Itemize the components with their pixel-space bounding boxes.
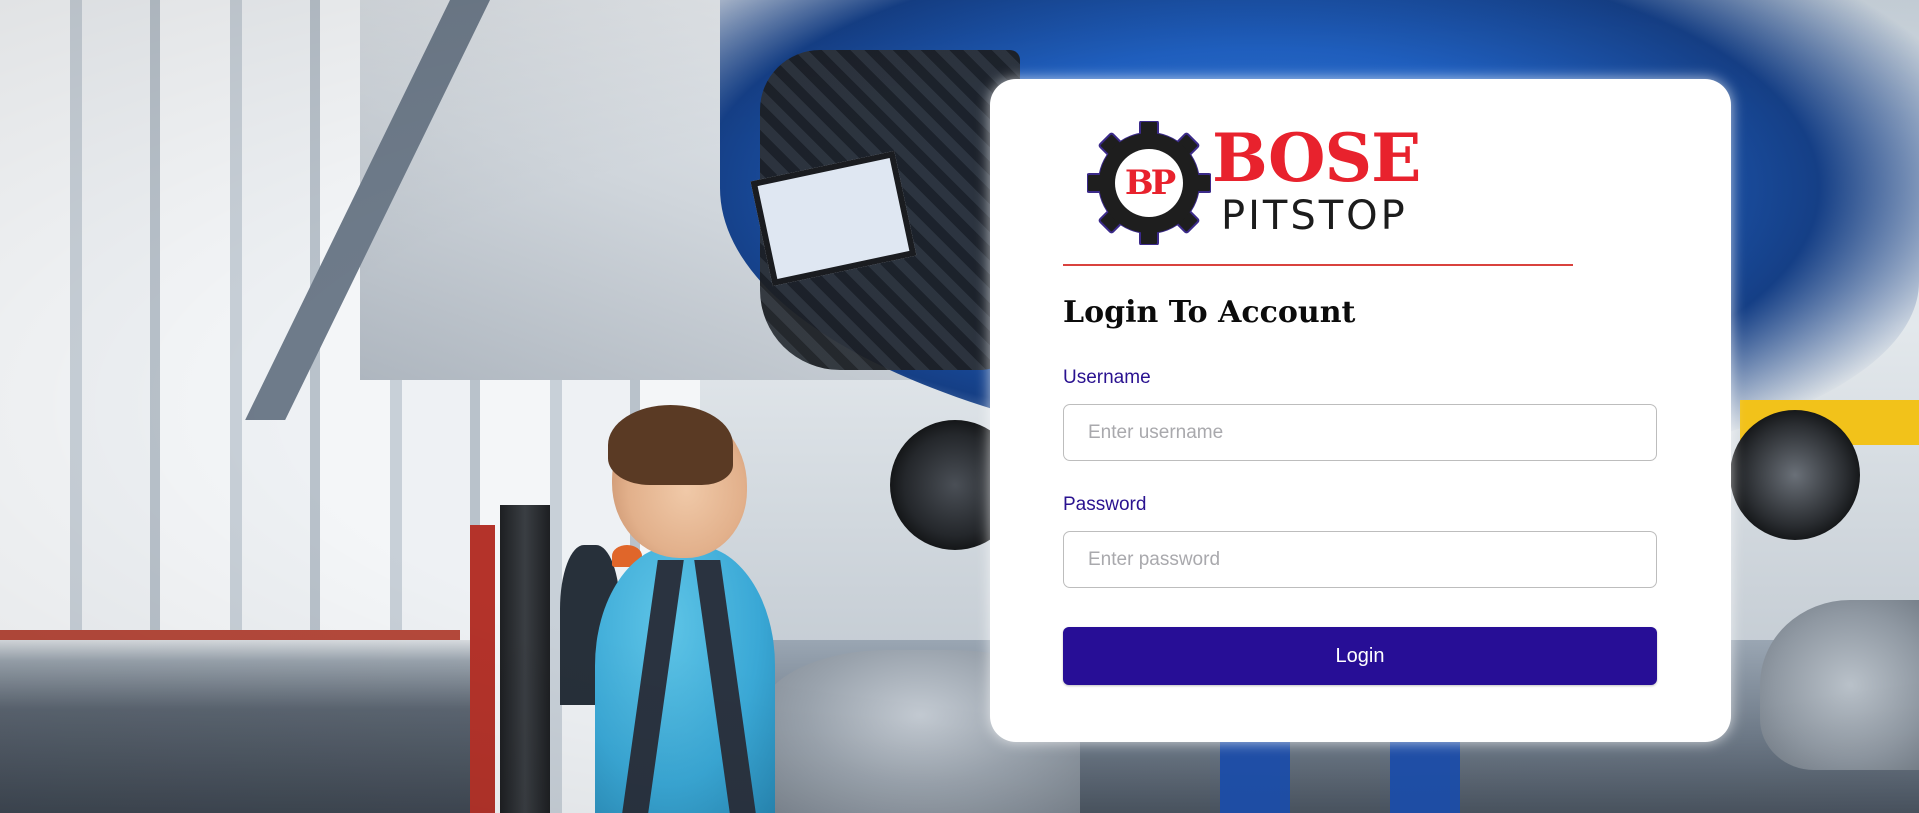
username-input[interactable] <box>1063 404 1657 461</box>
login-button[interactable]: Login <box>1063 627 1657 685</box>
password-input[interactable] <box>1063 531 1657 588</box>
logo-brand-subname: PITSTOP <box>1221 193 1408 239</box>
brand-logo: BP BOSE PITSTOP <box>1087 121 1467 246</box>
logo-monogram: BP <box>1125 163 1176 203</box>
password-label: Password <box>1063 494 1147 515</box>
login-page: BP BOSE PITSTOP Login To Account Usernam… <box>0 0 1919 813</box>
username-label: Username <box>1063 367 1151 388</box>
login-card: BP BOSE PITSTOP Login To Account Usernam… <box>990 79 1731 742</box>
logo-brand-name: BOSE <box>1212 119 1421 197</box>
gear-logo-icon: BP <box>1087 121 1211 245</box>
header-divider <box>1063 264 1573 266</box>
page-title: Login To Account <box>1063 295 1356 330</box>
